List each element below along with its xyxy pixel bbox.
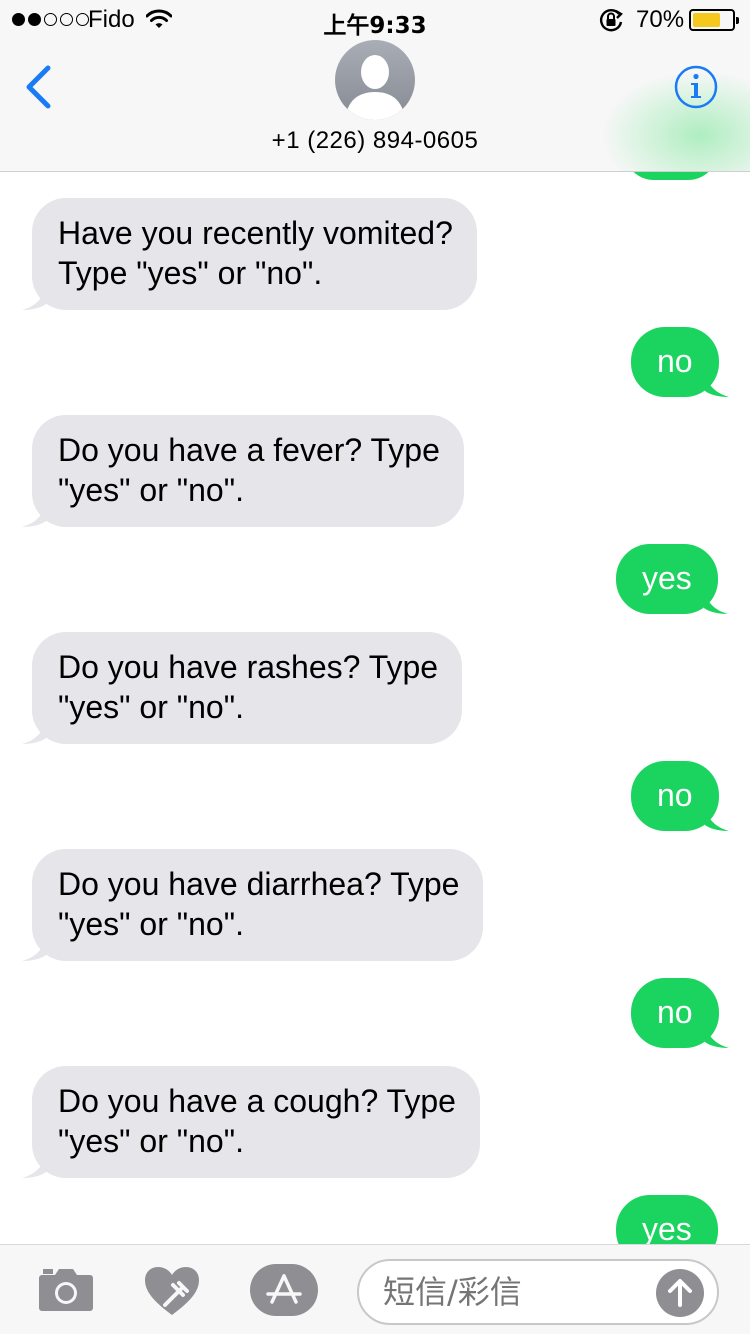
battery-percent: 70%	[636, 6, 685, 33]
outgoing-message[interactable]: yes	[616, 544, 728, 614]
incoming-message[interactable]: Do you have a cough? Type "yes" or "no".	[22, 1066, 480, 1178]
message-text-line: Do you have a cough? Type	[58, 1083, 456, 1119]
message-text: yes	[642, 560, 692, 596]
contact-number[interactable]: +1 (226) 894-0605	[0, 127, 750, 155]
app-store-icon[interactable]	[250, 1264, 318, 1321]
message-text: no	[657, 343, 693, 379]
message-text-line: "yes" or "no".	[58, 906, 244, 942]
incoming-message[interactable]: Have you recently vomited? Type "yes" or…	[22, 198, 477, 310]
message-thread[interactable]: Have you recently vomited? Type "yes" or…	[0, 0, 750, 1334]
digital-touch-icon[interactable]	[143, 1265, 201, 1322]
incoming-message[interactable]: Do you have a fever? Type "yes" or "no".	[22, 415, 464, 527]
incoming-message[interactable]: Do you have rashes? Type "yes" or "no".	[22, 632, 463, 744]
status-bar: Fido 上午9:33 70%	[0, 0, 750, 40]
chevron-left-icon[interactable]	[22, 64, 54, 115]
incoming-message[interactable]: Do you have diarrhea? Type "yes" or "no"…	[22, 849, 484, 961]
message-text: no	[657, 994, 693, 1030]
message-text: yes	[642, 1211, 692, 1247]
battery-icon	[689, 9, 739, 31]
message-text: no	[657, 777, 693, 813]
message-text-line: Do you have diarrhea? Type	[58, 866, 460, 902]
message-text-line: "yes" or "no".	[58, 472, 244, 508]
message-text-line: "yes" or "no".	[58, 689, 244, 725]
battery-level-fill	[693, 13, 720, 27]
message-text-line: Do you have rashes? Type	[58, 649, 439, 685]
message-text-line: "yes" or "no".	[58, 1123, 244, 1159]
compose-bar	[0, 1244, 750, 1334]
camera-icon[interactable]	[37, 1265, 95, 1318]
outgoing-message[interactable]: no	[631, 978, 729, 1048]
message-text-line: Do you have a fever? Type	[58, 432, 440, 468]
contact-avatar[interactable]	[335, 40, 415, 120]
message-text-line: Have you recently vomited?	[58, 215, 453, 251]
outgoing-message[interactable]: no	[631, 761, 729, 831]
outgoing-message[interactable]: no	[631, 327, 729, 397]
info-icon[interactable]	[673, 64, 719, 115]
rotation-lock-icon	[598, 8, 624, 39]
message-text-line: Type "yes" or "no".	[58, 255, 323, 291]
send-arrow-icon[interactable]	[656, 1269, 704, 1317]
